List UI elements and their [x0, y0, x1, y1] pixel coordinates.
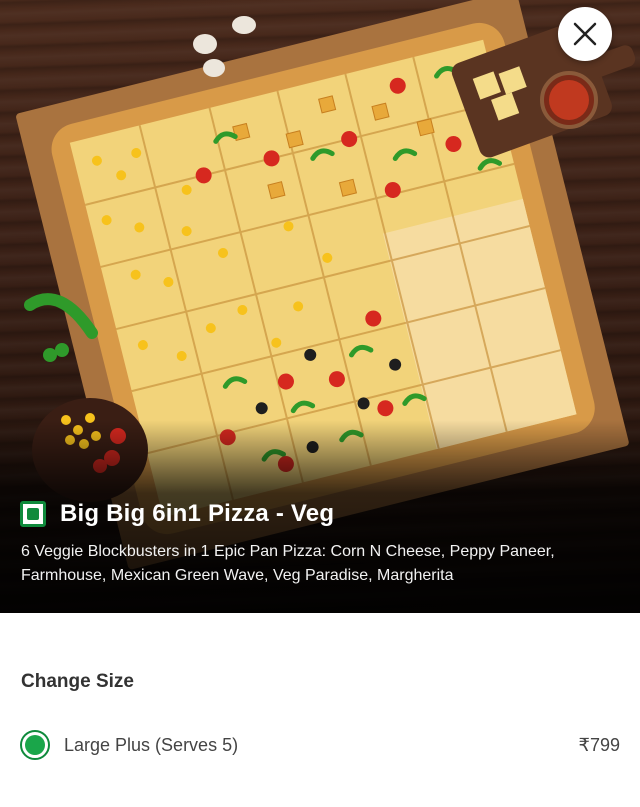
close-button[interactable] — [558, 7, 612, 61]
size-option-label: Large Plus (Serves 5) — [64, 734, 239, 755]
size-option-price: ₹799 — [578, 734, 620, 755]
radio-selected-icon[interactable] — [20, 730, 50, 760]
product-title-row: Big Big 6in1 Pizza - Veg — [20, 500, 334, 528]
change-size-heading: Change Size — [21, 671, 134, 692]
close-icon — [573, 22, 597, 46]
size-selection-sheet: Change Size Large Plus (Serves 5) ₹799 — [0, 613, 640, 807]
product-hero-image: Big Big 6in1 Pizza - Veg 6 Veggie Blockb… — [0, 0, 640, 613]
size-option-large-plus[interactable]: Large Plus (Serves 5) ₹799 — [20, 730, 620, 760]
product-title: Big Big 6in1 Pizza - Veg — [60, 500, 335, 527]
product-description: 6 Veggie Blockbusters in 1 Epic Pan Pizz… — [21, 543, 555, 584]
veg-indicator-icon — [20, 501, 46, 527]
